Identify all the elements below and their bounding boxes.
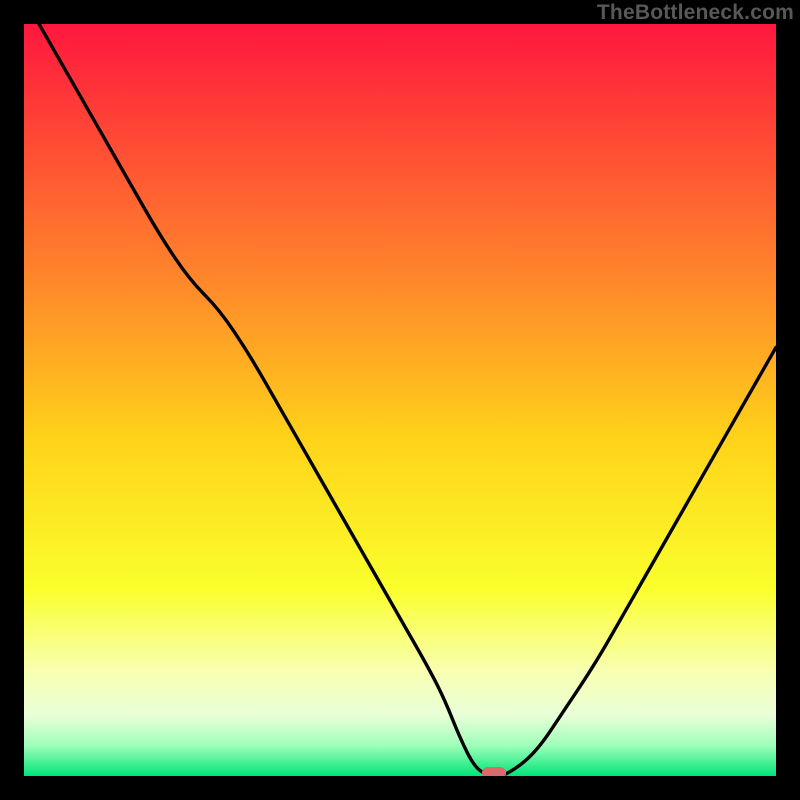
chart-background [24,24,776,776]
bottleneck-chart [24,24,776,776]
watermark-text: TheBottleneck.com [597,1,794,25]
optimal-marker [482,767,506,776]
